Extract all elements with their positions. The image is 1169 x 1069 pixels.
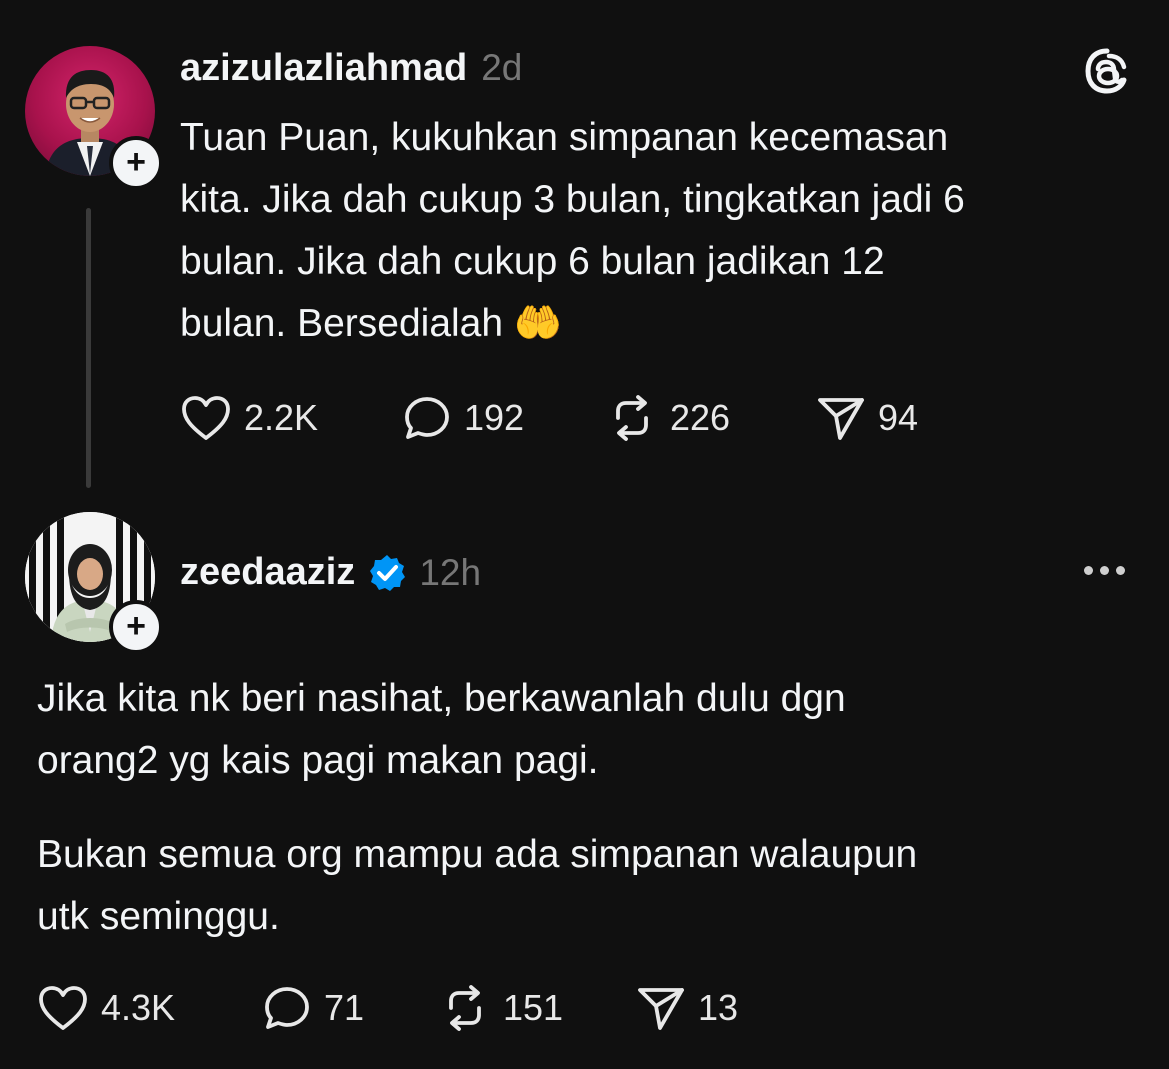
share-button[interactable]: 94 bbox=[816, 394, 918, 442]
reply-count: 192 bbox=[464, 397, 525, 438]
post-body: Tuan Puan, kukuhkan simpanan kecemasan k… bbox=[180, 107, 1140, 355]
username[interactable]: azizulazliahmad bbox=[180, 47, 467, 90]
like-count: 4.3K bbox=[101, 987, 176, 1028]
reply-count: 71 bbox=[324, 987, 365, 1028]
verified-badge-icon bbox=[370, 554, 406, 591]
repost-icon bbox=[449, 985, 481, 1031]
like-button[interactable]: 4.3K bbox=[37, 984, 175, 1032]
heart-icon bbox=[39, 986, 87, 1030]
repost-button[interactable]: 151 bbox=[439, 984, 563, 1032]
share-button[interactable]: 13 bbox=[636, 984, 738, 1032]
repost-count: 226 bbox=[670, 397, 731, 438]
timestamp: 12h bbox=[419, 551, 482, 593]
follow-button[interactable]: + bbox=[109, 136, 163, 190]
like-count: 2.2K bbox=[244, 397, 319, 438]
comment-icon bbox=[405, 397, 449, 439]
send-icon bbox=[638, 988, 684, 1030]
post-line: utk seminggu. bbox=[37, 895, 280, 938]
threads-logo-icon[interactable] bbox=[1083, 47, 1131, 100]
repost-count: 151 bbox=[503, 987, 564, 1028]
post-line: Bukan semua org mampu ada simpanan walau… bbox=[37, 833, 918, 876]
post-line: Tuan Puan, kukuhkan simpanan kecemasan bbox=[180, 116, 949, 159]
post-line: Jika kita nk beri nasihat, berkawanlah d… bbox=[37, 677, 846, 720]
post-line: bulan. Bersedialah 🤲 bbox=[180, 302, 563, 345]
repost-button[interactable]: 226 bbox=[606, 394, 730, 442]
timestamp: 2d bbox=[481, 47, 523, 88]
post-header: azizulazliahmad 2d bbox=[180, 47, 522, 90]
reply-button[interactable]: 192 bbox=[402, 394, 524, 442]
post-body: Jika kita nk beri nasihat, berkawanlah d… bbox=[37, 668, 1137, 948]
like-button[interactable]: 2.2K bbox=[180, 394, 318, 442]
thread-line bbox=[86, 208, 91, 488]
send-icon bbox=[818, 398, 864, 440]
follow-button[interactable]: + bbox=[109, 600, 163, 654]
reply-button[interactable]: 71 bbox=[262, 984, 364, 1032]
share-count: 13 bbox=[698, 987, 739, 1028]
post-line: bulan. Jika dah cukup 6 bulan jadikan 12 bbox=[180, 240, 885, 283]
post-header: zeedaaziz 12h bbox=[180, 551, 481, 594]
post-line: kita. Jika dah cukup 3 bulan, tingkatkan… bbox=[180, 178, 965, 221]
comment-icon bbox=[265, 987, 309, 1029]
heart-icon bbox=[182, 396, 230, 440]
repost-icon bbox=[616, 395, 648, 441]
share-count: 94 bbox=[878, 397, 919, 438]
username[interactable]: zeedaaziz bbox=[180, 551, 355, 594]
more-icon[interactable] bbox=[1084, 566, 1125, 575]
post-line: orang2 yg kais pagi makan pagi. bbox=[37, 739, 599, 782]
